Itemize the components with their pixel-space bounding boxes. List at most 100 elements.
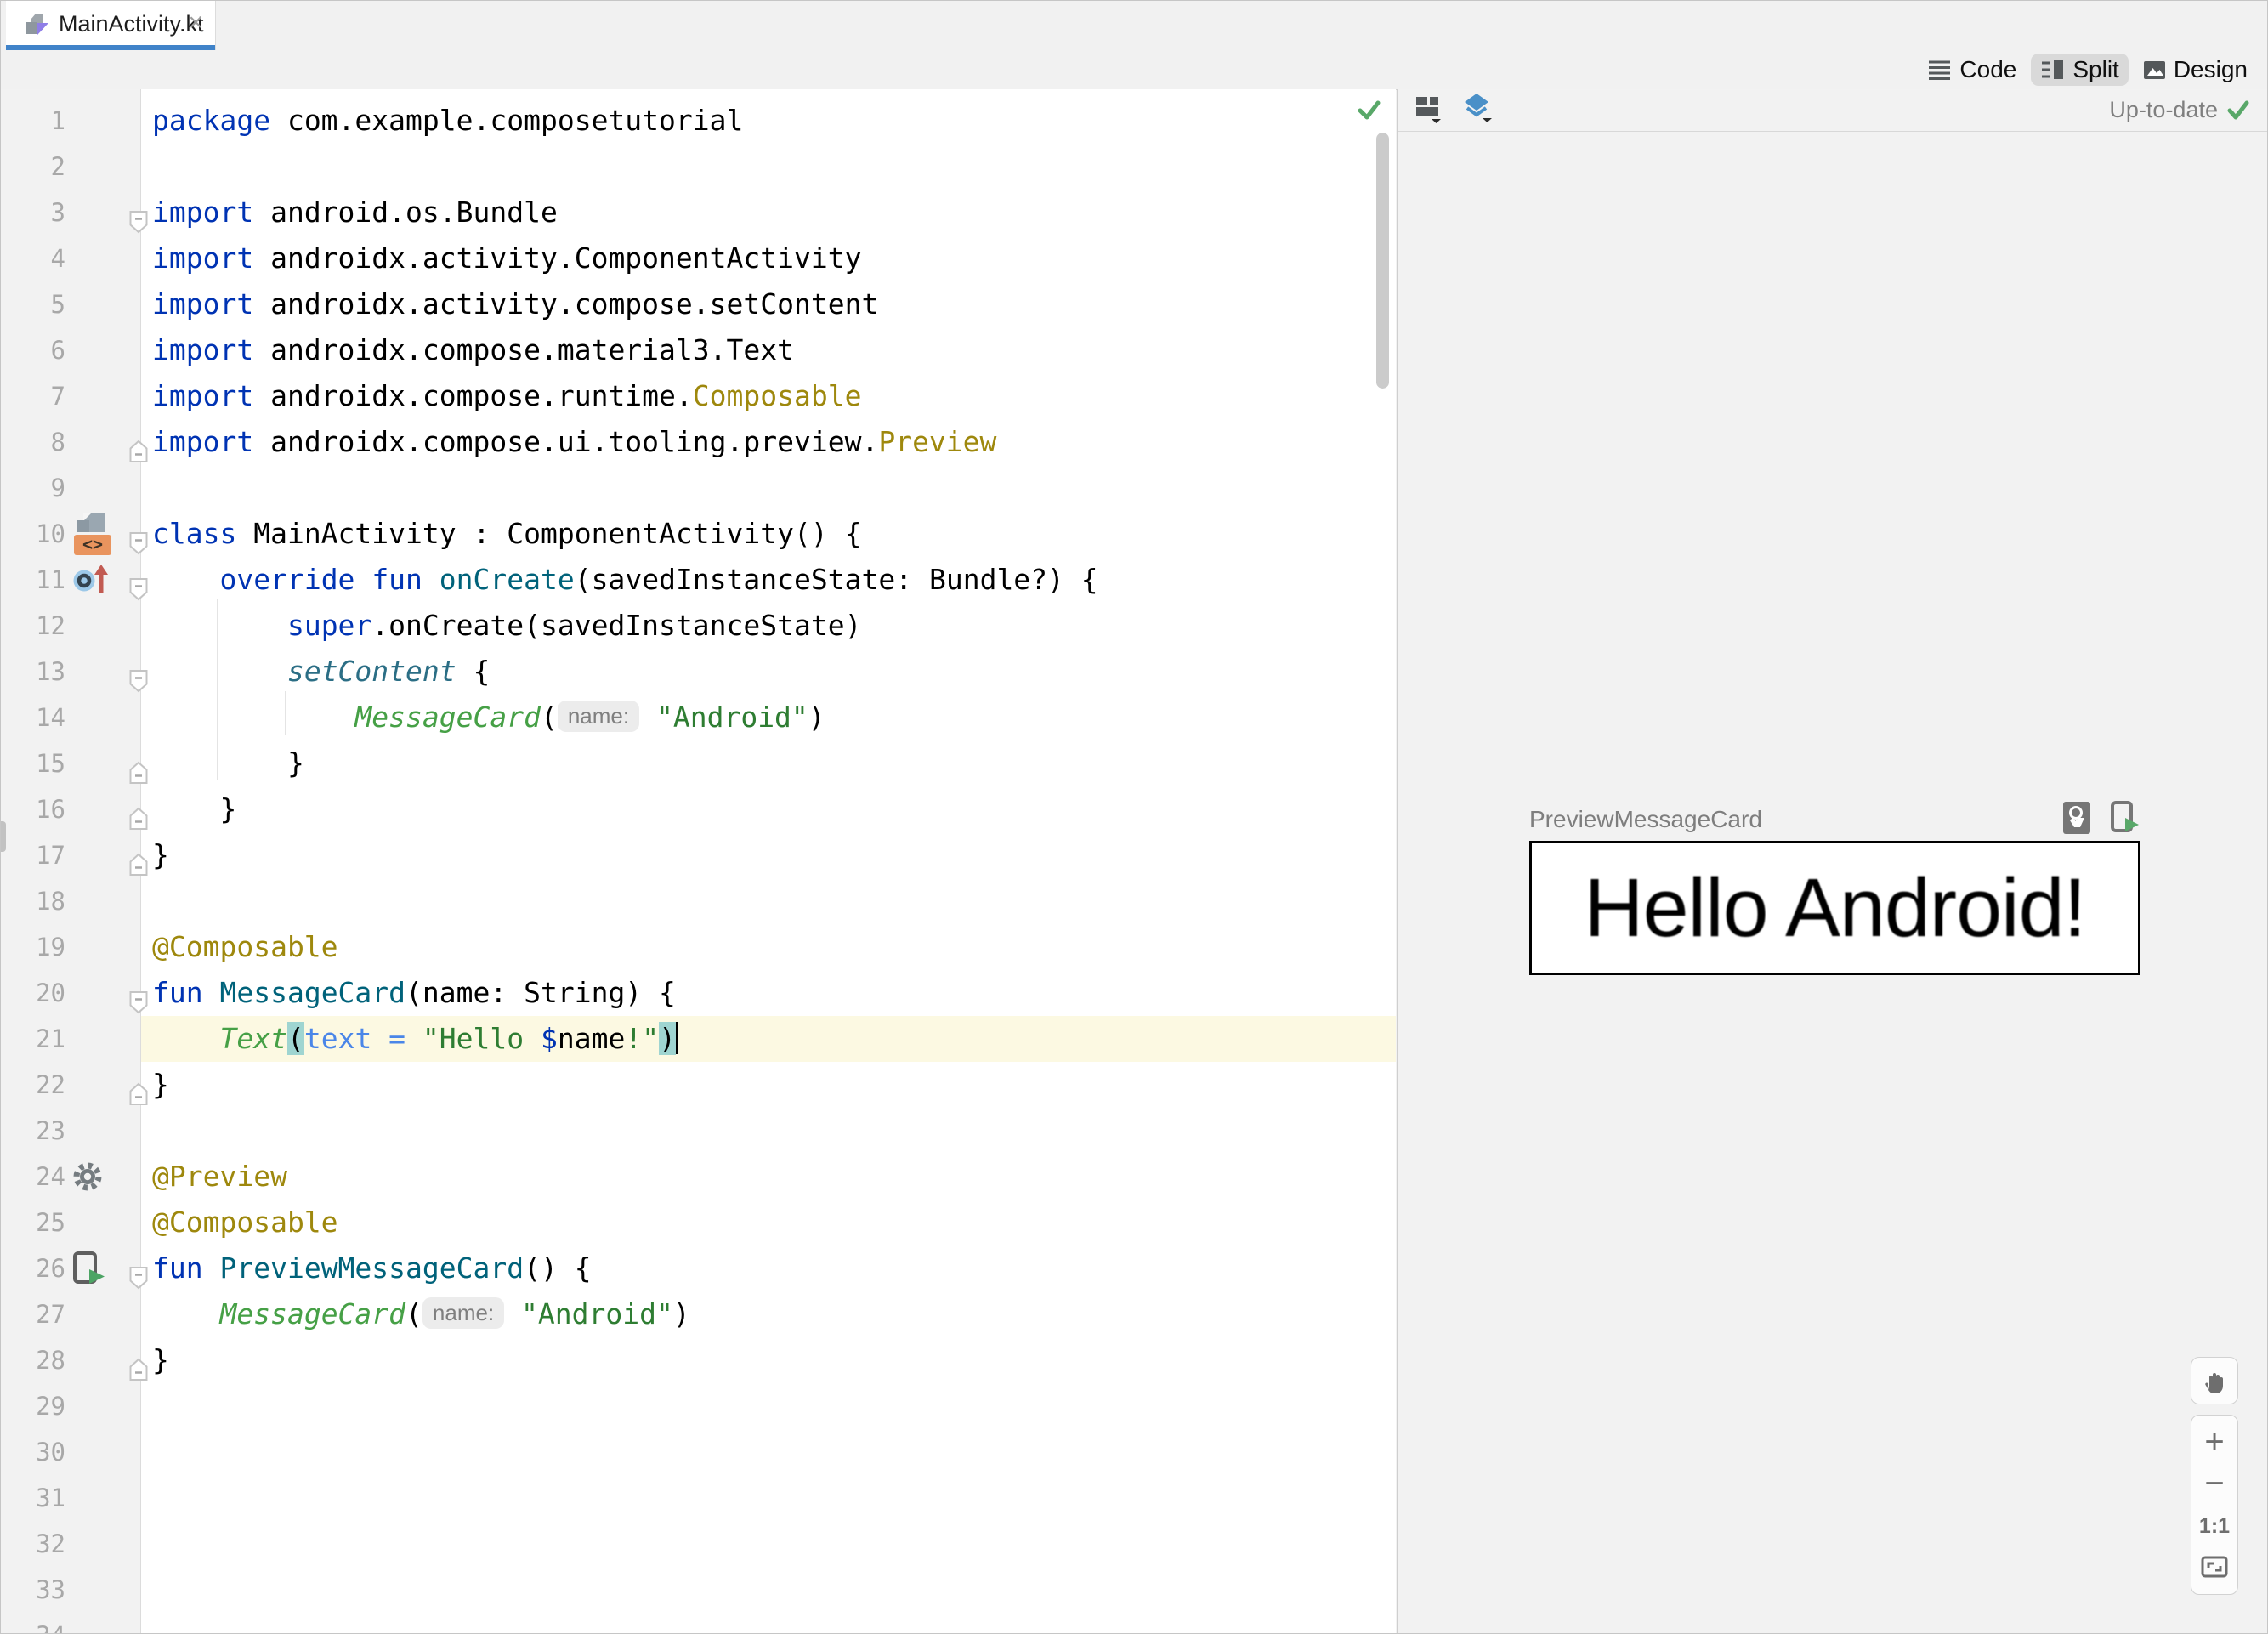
fold-down-icon[interactable] bbox=[128, 523, 149, 555]
fold-down-icon[interactable] bbox=[128, 201, 149, 234]
layers-view-icon[interactable] bbox=[1462, 93, 1494, 128]
code-line[interactable]: 14 MessageCard(name: "Android") bbox=[1, 695, 1396, 740]
code-editor[interactable]: 1 package com.example.composetutorial 2 3 im… bbox=[1, 89, 1396, 1633]
code-token: name bbox=[557, 1022, 626, 1055]
code-line[interactable]: 28} bbox=[1, 1337, 1396, 1383]
close-icon[interactable]: × bbox=[188, 1, 203, 45]
code-line[interactable]: 34 bbox=[1, 1613, 1396, 1633]
pan-tool-button[interactable] bbox=[2191, 1357, 2238, 1404]
code-line[interactable]: 17} bbox=[1, 832, 1396, 878]
code-token: } bbox=[152, 1343, 169, 1376]
fold-up-icon[interactable] bbox=[128, 1349, 149, 1381]
interactive-preview-icon[interactable] bbox=[2062, 801, 2091, 839]
code-line[interactable]: 27 MessageCard(name: "Android") bbox=[1, 1291, 1396, 1337]
preview-component-name[interactable]: PreviewMessageCard bbox=[1529, 806, 2044, 833]
preview-canvas[interactable]: PreviewMessageCard Hello Android! + − 1:… bbox=[1398, 133, 2267, 1633]
code-text: } bbox=[152, 1062, 169, 1108]
preview-render-frame[interactable]: Hello Android! bbox=[1529, 841, 2140, 975]
code-line[interactable]: 30 bbox=[1, 1429, 1396, 1475]
code-token: } bbox=[152, 792, 237, 826]
code-line[interactable]: 25 @Composable bbox=[1, 1200, 1396, 1245]
line-number: 32 bbox=[36, 1529, 65, 1558]
splitter-handle[interactable] bbox=[1, 821, 6, 852]
analysis-ok-icon[interactable] bbox=[1356, 98, 1381, 126]
layout-view-options-icon[interactable] bbox=[1415, 94, 1443, 128]
code-token: package bbox=[152, 104, 271, 137]
code-line[interactable]: 21 Text(text = "Hello $name!") bbox=[1, 1016, 1396, 1062]
code-token: super bbox=[286, 609, 372, 642]
code-line[interactable]: 8 import androidx.compose.ui.tooling.prev… bbox=[1, 419, 1396, 465]
gear-gutter-icon[interactable] bbox=[72, 1161, 103, 1192]
code-token: import bbox=[152, 425, 254, 458]
fold-up-icon[interactable] bbox=[128, 431, 149, 462]
code-token: fun bbox=[152, 1251, 203, 1285]
line-number: 8 bbox=[50, 428, 65, 457]
code-line[interactable]: 13 setContent { bbox=[1, 649, 1396, 695]
code-token: override bbox=[219, 563, 355, 596]
line-number: 4 bbox=[50, 244, 65, 273]
code-line[interactable]: 10 <> class MainActivity : ComponentActivi… bbox=[1, 511, 1396, 557]
split-mode-label: Split bbox=[2072, 56, 2119, 82]
code-line[interactable]: 4 import androidx.activity.ComponentActiv… bbox=[1, 235, 1396, 281]
code-token: setContent bbox=[286, 655, 456, 688]
svg-text:<>: <> bbox=[82, 534, 103, 554]
code-line[interactable]: 9 bbox=[1, 465, 1396, 511]
code-token: androidx.activity.ComponentActivity bbox=[253, 241, 862, 275]
line-number: 13 bbox=[36, 657, 65, 686]
fold-down-icon[interactable] bbox=[128, 661, 149, 693]
hand-icon bbox=[2205, 1373, 2223, 1393]
line-number: 6 bbox=[50, 336, 65, 365]
code-line[interactable]: 20 fun MessageCard(name: String) { bbox=[1, 970, 1396, 1016]
code-line[interactable]: 33 bbox=[1, 1567, 1396, 1613]
code-line[interactable]: 7 import androidx.compose.runtime.Composa… bbox=[1, 373, 1396, 419]
run-gutter-icon[interactable] bbox=[72, 1251, 106, 1286]
code-line[interactable]: 15 } bbox=[1, 740, 1396, 786]
tab-split[interactable]: Split bbox=[2031, 54, 2129, 86]
tab-code[interactable]: Code bbox=[1918, 54, 2026, 86]
fold-up-icon[interactable] bbox=[128, 752, 149, 784]
zoom-to-fit-button[interactable] bbox=[2191, 1551, 2237, 1585]
fold-down-icon[interactable] bbox=[128, 982, 149, 1014]
code-line[interactable]: 22} bbox=[1, 1062, 1396, 1108]
zoom-out-button[interactable]: − bbox=[2191, 1467, 2237, 1501]
zoom-in-button[interactable]: + bbox=[2191, 1425, 2237, 1459]
code-line[interactable]: 11 override fun onCreate(savedInstanceSt… bbox=[1, 557, 1396, 603]
line-number: 26 bbox=[36, 1254, 65, 1283]
code-line[interactable]: 12 super.onCreate(savedInstanceState) bbox=[1, 603, 1396, 649]
override-gutter-icon[interactable] bbox=[72, 563, 111, 597]
tab-mainactivity[interactable]: MainActivity.kt × bbox=[6, 1, 216, 50]
code-line[interactable]: 2 bbox=[1, 144, 1396, 190]
code-line[interactable]: 1 package com.example.composetutorial bbox=[1, 98, 1396, 144]
editor-scrollbar[interactable] bbox=[1376, 133, 1389, 389]
code-line[interactable]: 6 import androidx.compose.material3.Text bbox=[1, 327, 1396, 373]
code-line[interactable]: 29 bbox=[1, 1383, 1396, 1429]
fold-up-icon[interactable] bbox=[128, 798, 149, 830]
code-token: ) bbox=[659, 1022, 676, 1055]
code-line[interactable]: 26 fun PreviewMessageCard() { bbox=[1, 1245, 1396, 1291]
class-xml-gutter-icon[interactable]: <> bbox=[72, 512, 116, 556]
code-line[interactable]: 32 bbox=[1, 1521, 1396, 1567]
code-line[interactable]: 31 bbox=[1, 1475, 1396, 1521]
code-line[interactable]: 19 @Composable bbox=[1, 924, 1396, 970]
run-preview-icon[interactable] bbox=[2110, 800, 2140, 839]
fold-down-icon[interactable] bbox=[128, 569, 149, 601]
indent-guide bbox=[285, 691, 286, 735]
code-token: androidx.compose.runtime. bbox=[253, 379, 693, 412]
code-text: import androidx.activity.ComponentActivi… bbox=[152, 235, 861, 281]
fold-up-icon[interactable] bbox=[128, 844, 149, 876]
zoom-reset-button[interactable]: 1:1 bbox=[2191, 1509, 2237, 1543]
view-mode-switcher: Code Split Design bbox=[1918, 50, 2257, 89]
fold-down-icon[interactable] bbox=[128, 1257, 149, 1290]
code-line[interactable]: 3 import android.os.Bundle bbox=[1, 190, 1396, 235]
code-token: ) bbox=[808, 701, 825, 734]
code-line[interactable]: 24 @Preview bbox=[1, 1154, 1396, 1200]
fold-up-icon[interactable] bbox=[128, 1074, 149, 1105]
tab-design[interactable]: Design bbox=[2134, 54, 2257, 86]
code-line[interactable]: 23 bbox=[1, 1108, 1396, 1154]
code-line[interactable]: 5 import androidx.activity.compose.setCon… bbox=[1, 281, 1396, 327]
line-number: 10 bbox=[36, 519, 65, 548]
code-line[interactable]: 18 bbox=[1, 878, 1396, 924]
code-line[interactable]: 16 } bbox=[1, 786, 1396, 832]
